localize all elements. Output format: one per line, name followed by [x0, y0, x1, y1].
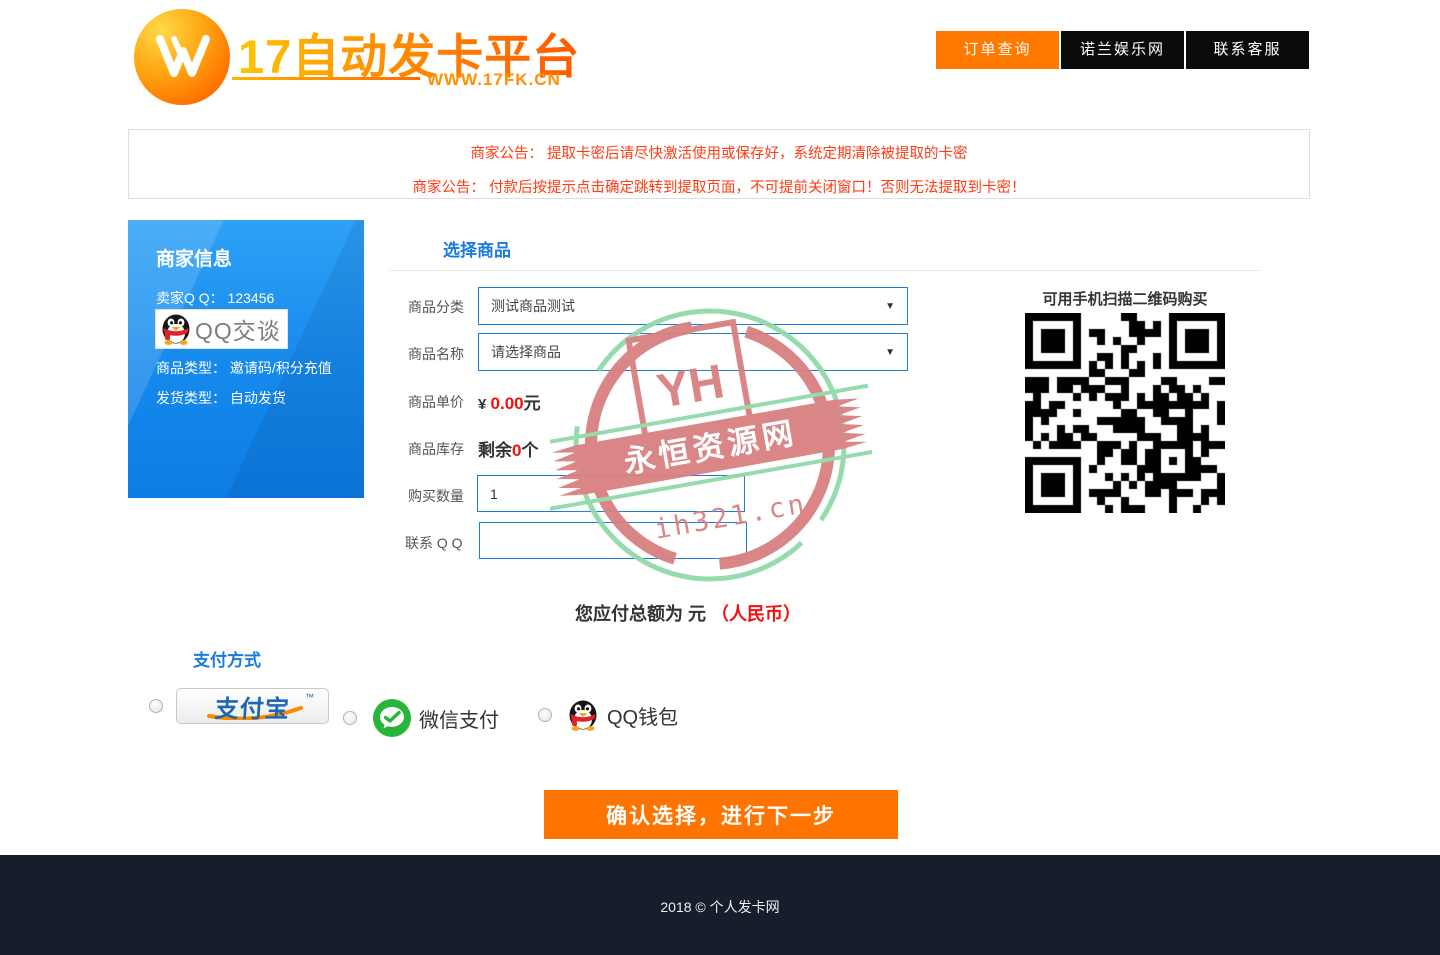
- footer-copyright: 2018 © 个人发卡网: [0, 897, 1440, 917]
- brand-site-url: WWW.17FK.CN: [427, 70, 561, 90]
- notice-line-1: 商家公告： 提取卡密后请尽快激活使用或保存好，系统定期清除被提取的卡密: [129, 137, 1309, 171]
- category-label: 商品分类: [408, 297, 464, 317]
- price-unit: 元: [524, 394, 541, 413]
- seller-product-type: 商品类型： 邀请码/积分充值: [156, 358, 332, 378]
- payment-option-qq-wallet[interactable]: QQ钱包: [538, 698, 678, 732]
- confirm-next-step-button[interactable]: 确认选择，进行下一步: [544, 790, 898, 839]
- notice-line-2: 商家公告： 付款后按提示点击确定跳转到提取页面，不可提前关闭窗口！否则无法提取到…: [129, 171, 1309, 205]
- qq-chat-label: QQ交谈: [195, 312, 281, 346]
- qr-code: [1025, 313, 1225, 513]
- qq-penguin-icon: [159, 312, 193, 346]
- alipay-radio[interactable]: [149, 699, 163, 713]
- contact-qq-input[interactable]: [479, 522, 747, 559]
- alipay-logo: 支付宝 ™: [176, 688, 329, 724]
- qr-caption: 可用手机扫描二维码购买: [1015, 288, 1235, 309]
- nolan-site-button[interactable]: 诺兰娱乐网: [1061, 31, 1184, 69]
- site-logo-icon[interactable]: [134, 9, 230, 105]
- seller-info-panel: 商家信息 卖家Q Q： 123456 QQ交谈 商品类型： 邀请码/积分充值 发…: [128, 220, 364, 498]
- chevron-down-icon: ▼: [885, 301, 895, 312]
- page: 17自动发卡平台 WWW.17FK.CN 订单查询 诺兰娱乐网 联系客服 商家公…: [0, 0, 1440, 955]
- wechat-radio[interactable]: [343, 711, 357, 725]
- qq-wallet-radio[interactable]: [538, 708, 552, 722]
- price-amount: 0.00: [491, 394, 524, 413]
- alipay-tm: ™: [305, 692, 314, 702]
- product-name-label: 商品名称: [408, 344, 464, 364]
- alipay-label: 支付宝: [214, 689, 291, 724]
- footer: 2018 © 个人发卡网: [0, 855, 1440, 955]
- payment-method-title: 支付方式: [193, 646, 261, 671]
- payment-option-alipay[interactable]: 支付宝 ™: [149, 688, 329, 724]
- qq-wallet-label: QQ钱包: [607, 701, 678, 730]
- category-select-value: 测试商品测试: [491, 296, 575, 316]
- wechat-pay-label: 微信支付: [419, 704, 499, 733]
- stamp-banner-text: 永恒资源网: [621, 415, 799, 480]
- stock-value: 剩余0个: [478, 436, 538, 461]
- seller-qq: 卖家Q Q： 123456: [156, 288, 274, 308]
- quantity-input[interactable]: [477, 475, 745, 512]
- chevron-down-icon: ▼: [885, 347, 895, 358]
- contact-service-button[interactable]: 联系客服: [1186, 31, 1309, 69]
- choose-product-title: 选择商品: [443, 236, 511, 261]
- product-name-select-value: 请选择商品: [491, 342, 561, 362]
- quantity-label: 购买数量: [408, 486, 464, 506]
- payment-option-wechat[interactable]: 微信支付: [343, 698, 499, 738]
- wechat-pay-icon: [372, 698, 412, 738]
- price-value: ¥ 0.00元: [478, 389, 541, 414]
- stock-suffix: 个: [521, 441, 538, 460]
- stock-prefix: 剩余: [478, 441, 512, 460]
- logo-w-mark-icon: [134, 9, 230, 105]
- brand-underline: [232, 77, 420, 80]
- price-label: 商品单价: [408, 392, 464, 412]
- product-name-select[interactable]: 请选择商品 ▼: [478, 333, 908, 371]
- stock-label: 商品库存: [408, 439, 464, 459]
- section-divider: [390, 270, 1260, 271]
- contact-qq-label: 联系 Q Q: [405, 533, 463, 553]
- order-query-button[interactable]: 订单查询: [936, 31, 1059, 69]
- price-yen: ¥: [478, 396, 491, 413]
- total-currency-note: （人民币）: [711, 604, 801, 624]
- seller-delivery-type: 发货类型： 自动发货: [156, 388, 286, 408]
- qq-chat-button[interactable]: QQ交谈: [155, 309, 288, 349]
- qq-wallet-icon: [566, 698, 600, 732]
- total-amount-line: 您应付总额为 元 （人民币）: [388, 600, 988, 626]
- category-select[interactable]: 测试商品测试 ▼: [478, 287, 908, 325]
- seller-info-title: 商家信息: [156, 244, 232, 271]
- merchant-notice-box: 商家公告： 提取卡密后请尽快激活使用或保存好，系统定期清除被提取的卡密 商家公告…: [128, 129, 1310, 199]
- total-text: 您应付总额为 元: [575, 604, 711, 624]
